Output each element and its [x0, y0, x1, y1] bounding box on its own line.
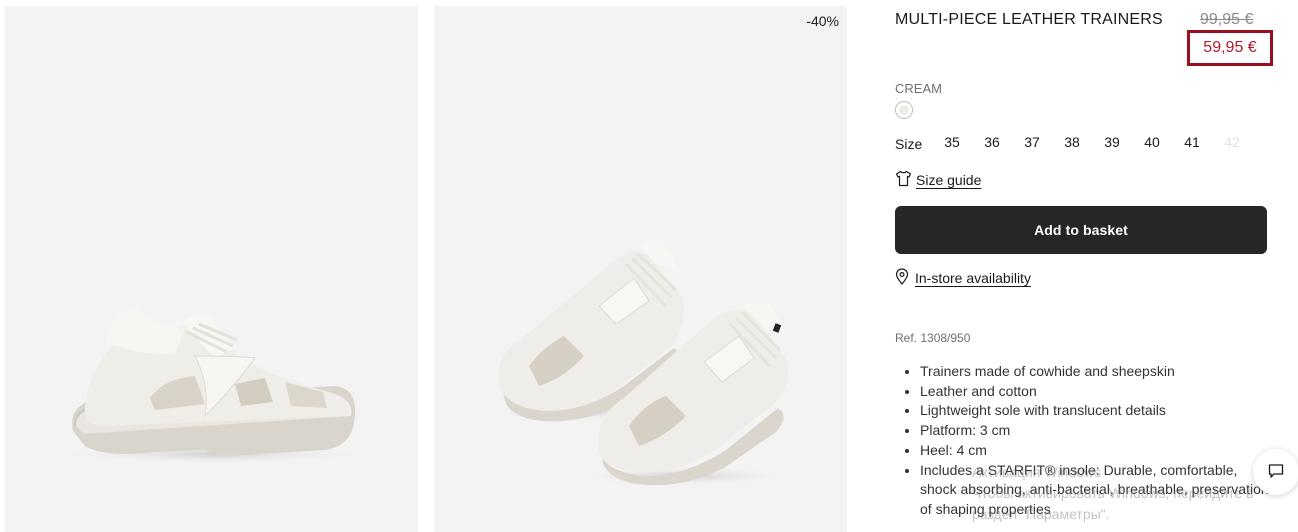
size-guide-link[interactable]: Size guide [895, 170, 981, 190]
size-option-42[interactable]: 42 [1220, 134, 1244, 150]
size-option-40[interactable]: 40 [1140, 134, 1164, 150]
size-option-39[interactable]: 39 [1100, 134, 1124, 150]
product-image-side[interactable] [5, 6, 418, 532]
feature-item: Heel: 4 cm [920, 441, 1270, 461]
size-label: Size [895, 136, 923, 152]
chat-button[interactable] [1253, 449, 1298, 495]
size-option-36[interactable]: 36 [980, 134, 1004, 150]
product-title: MULTI-PIECE LEATHER TRAINERS [895, 11, 1163, 28]
chat-icon [1267, 462, 1285, 483]
original-price: 99,95 € [1200, 11, 1254, 28]
in-store-label: In-store availability [915, 270, 1031, 286]
feature-list: Trainers made of cowhide and sheepskin L… [905, 362, 1270, 520]
shoe-side-illustration [55, 306, 375, 464]
product-reference: Ref. 1308/950 [895, 331, 971, 345]
sale-price: 59,95 € [1203, 39, 1257, 56]
in-store-availability-link[interactable]: In-store availability [895, 268, 1031, 288]
feature-item: Leather and cotton [920, 382, 1270, 402]
add-to-basket-button[interactable]: Add to basket [895, 206, 1267, 254]
tshirt-icon [895, 170, 912, 190]
feature-item: Includes a STARFIT® insole: Durable, com… [920, 461, 1270, 520]
size-guide-label: Size guide [916, 172, 982, 188]
product-image-pair[interactable]: -40% [434, 6, 847, 532]
size-option-37[interactable]: 37 [1020, 134, 1044, 150]
location-pin-icon [895, 268, 909, 288]
size-option-41[interactable]: 41 [1180, 134, 1204, 150]
color-name: CREAM [895, 81, 942, 96]
feature-item: Lightweight sole with translucent detail… [920, 401, 1270, 421]
shoe-pair-illustration [489, 241, 794, 486]
color-swatch-cream[interactable] [895, 101, 913, 119]
size-option-35[interactable]: 35 [940, 134, 964, 150]
feature-item: Platform: 3 cm [920, 421, 1270, 441]
sale-price-highlight: 59,95 € [1187, 30, 1273, 66]
feature-item: Trainers made of cowhide and sheepskin [920, 362, 1270, 382]
size-option-38[interactable]: 38 [1060, 134, 1084, 150]
